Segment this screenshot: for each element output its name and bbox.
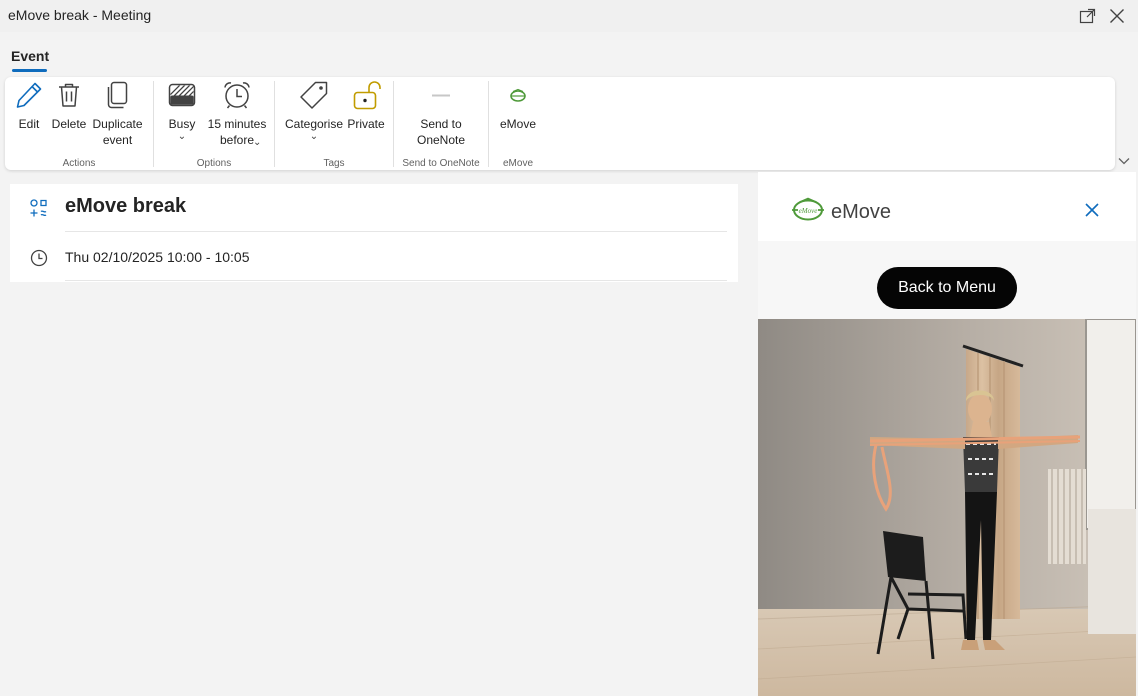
onenote-icon xyxy=(432,94,450,97)
send-to-onenote-button[interactable]: Send to OneNote xyxy=(411,79,471,148)
private-button[interactable]: Private xyxy=(346,79,386,132)
category-shapes-icon xyxy=(30,199,47,217)
duplicate-event-button[interactable]: Duplicate event xyxy=(90,79,145,148)
close-window-icon[interactable] xyxy=(1106,5,1128,27)
ribbon-group-options: Busy ⌄ 15 minutes before ⌄ Options xyxy=(154,77,274,170)
emove-logo-icon xyxy=(510,88,526,102)
edit-label: Edit xyxy=(18,117,40,131)
send-to-onenote-label: Send to OneNote xyxy=(416,117,466,147)
alarm-clock-icon xyxy=(224,82,250,109)
side-panel-header: eMove eMove xyxy=(758,172,1136,241)
delete-button[interactable]: Delete xyxy=(49,79,89,132)
event-details-card: eMove break Thu 02/10/2025 10:00 - 10:05 xyxy=(10,184,738,282)
busy-status-button[interactable]: Busy ⌄ xyxy=(166,79,198,142)
edit-button[interactable]: Edit xyxy=(11,79,47,132)
pop-out-icon[interactable] xyxy=(1077,5,1099,27)
private-label: Private xyxy=(347,117,385,131)
group-label-emove: eMove xyxy=(502,158,533,169)
exercise-video-image xyxy=(758,319,1136,696)
event-datetime: Thu 02/10/2025 10:00 - 10:05 xyxy=(65,249,250,265)
delete-label: Delete xyxy=(51,117,87,131)
ribbon-group-emove: eMove eMove xyxy=(489,77,547,170)
emove-addin-button[interactable]: eMove xyxy=(497,79,539,132)
clock-icon xyxy=(30,249,48,267)
active-tab-indicator xyxy=(12,69,47,72)
busy-label: Busy xyxy=(168,117,196,131)
event-title: eMove break xyxy=(65,195,187,217)
divider xyxy=(65,280,727,281)
tag-icon xyxy=(300,81,328,109)
divider xyxy=(65,231,727,232)
close-panel-icon[interactable] xyxy=(1084,202,1100,218)
ribbon: Edit Delete Duplicate event Actions Busy… xyxy=(5,77,1115,170)
emove-logo-lettering: eMove xyxy=(799,207,818,215)
group-label-tags: Tags xyxy=(323,158,345,169)
categorise-button[interactable]: Categorise ⌄ xyxy=(283,79,345,142)
duplicate-event-label: Duplicate event xyxy=(92,117,143,147)
pencil-icon xyxy=(16,82,42,108)
emove-logo-icon: eMove xyxy=(792,197,824,221)
exercise-video[interactable] xyxy=(758,319,1136,696)
group-label-options: Options xyxy=(196,158,232,169)
emove-label: eMove xyxy=(499,117,537,131)
back-to-menu-button[interactable]: Back to Menu xyxy=(877,267,1017,309)
categorise-dropdown-chevron-icon: ⌄ xyxy=(309,131,319,142)
busy-dropdown-chevron-icon: ⌄ xyxy=(177,131,187,142)
reminder-dropdown-chevron-icon: ⌄ xyxy=(253,137,262,148)
emove-side-panel: eMove eMove Back to Menu xyxy=(758,172,1136,696)
ribbon-group-tags: Categorise ⌄ Private Tags xyxy=(275,77,393,170)
duplicate-icon xyxy=(107,81,127,109)
ribbon-group-send-to-onenote: Send to OneNote Send to OneNote xyxy=(394,77,488,170)
window-title: eMove break - Meeting xyxy=(8,7,152,23)
tab-event[interactable]: Event xyxy=(11,48,49,64)
trash-icon xyxy=(59,83,79,107)
title-bar: eMove break - Meeting xyxy=(0,0,1138,32)
busy-status-icon xyxy=(168,83,196,107)
group-label-actions: Actions xyxy=(62,158,96,169)
side-panel-title: eMove xyxy=(831,201,892,223)
ribbon-expand-chevron-icon[interactable] xyxy=(1117,154,1131,166)
group-label-send-to-onenote: Send to OneNote xyxy=(402,158,480,169)
unlocked-padlock-icon xyxy=(353,81,381,110)
ribbon-group-actions: Edit Delete Duplicate event Actions xyxy=(5,77,153,170)
categorise-label: Categorise xyxy=(284,117,344,131)
